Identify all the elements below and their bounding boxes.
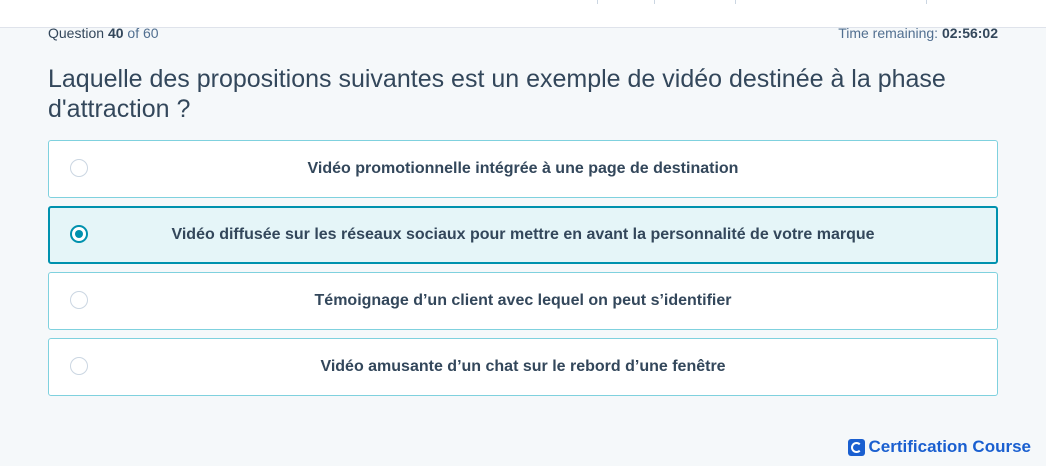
radio-button[interactable] (70, 159, 88, 177)
question-total: of 60 (127, 25, 159, 41)
certification-logo-icon (847, 438, 865, 456)
answer-option-label: Vidéo promotionnelle intégrée à une page… (307, 160, 739, 177)
answer-option-label: Vidéo diffusée sur les réseaux sociaux p… (171, 226, 875, 243)
radio-button[interactable] (70, 357, 88, 375)
answer-option-label: Témoignage d’un client avec lequel on pe… (314, 292, 732, 309)
top-bar (0, 0, 1046, 28)
timer-value: 02:56:02 (941, 25, 998, 41)
answer-options: Vidéo promotionnelle intégrée à une page… (48, 140, 998, 404)
radio-button-checked[interactable] (70, 225, 88, 243)
brand-logo: Certification Course (847, 437, 1031, 457)
radio-button[interactable] (70, 291, 88, 309)
question-counter: Question 40 of 60 (48, 25, 159, 41)
answer-option[interactable]: Vidéo amusante d’un chat sur le rebord d… (48, 338, 998, 396)
top-bar-divider (926, 0, 927, 4)
answer-option[interactable]: Témoignage d’un client avec lequel on pe… (48, 272, 998, 330)
brand-text: Certification Course (868, 437, 1031, 456)
answer-option-selected[interactable]: Vidéo diffusée sur les réseaux sociaux p… (48, 206, 998, 264)
time-remaining: Time remaining: 02:56:02 (838, 25, 998, 41)
answer-option[interactable]: Vidéo promotionnelle intégrée à une page… (48, 140, 998, 198)
question-word: Question (48, 25, 105, 41)
answer-option-label: Vidéo amusante d’un chat sur le rebord d… (320, 358, 726, 375)
timer-label: Time remaining: (838, 25, 939, 41)
question-text: Laquelle des propositions suivantes est … (48, 65, 946, 123)
top-bar-divider (735, 0, 736, 4)
question-number: 40 (107, 25, 124, 41)
top-bar-divider (654, 0, 655, 4)
top-bar-divider (597, 0, 598, 4)
